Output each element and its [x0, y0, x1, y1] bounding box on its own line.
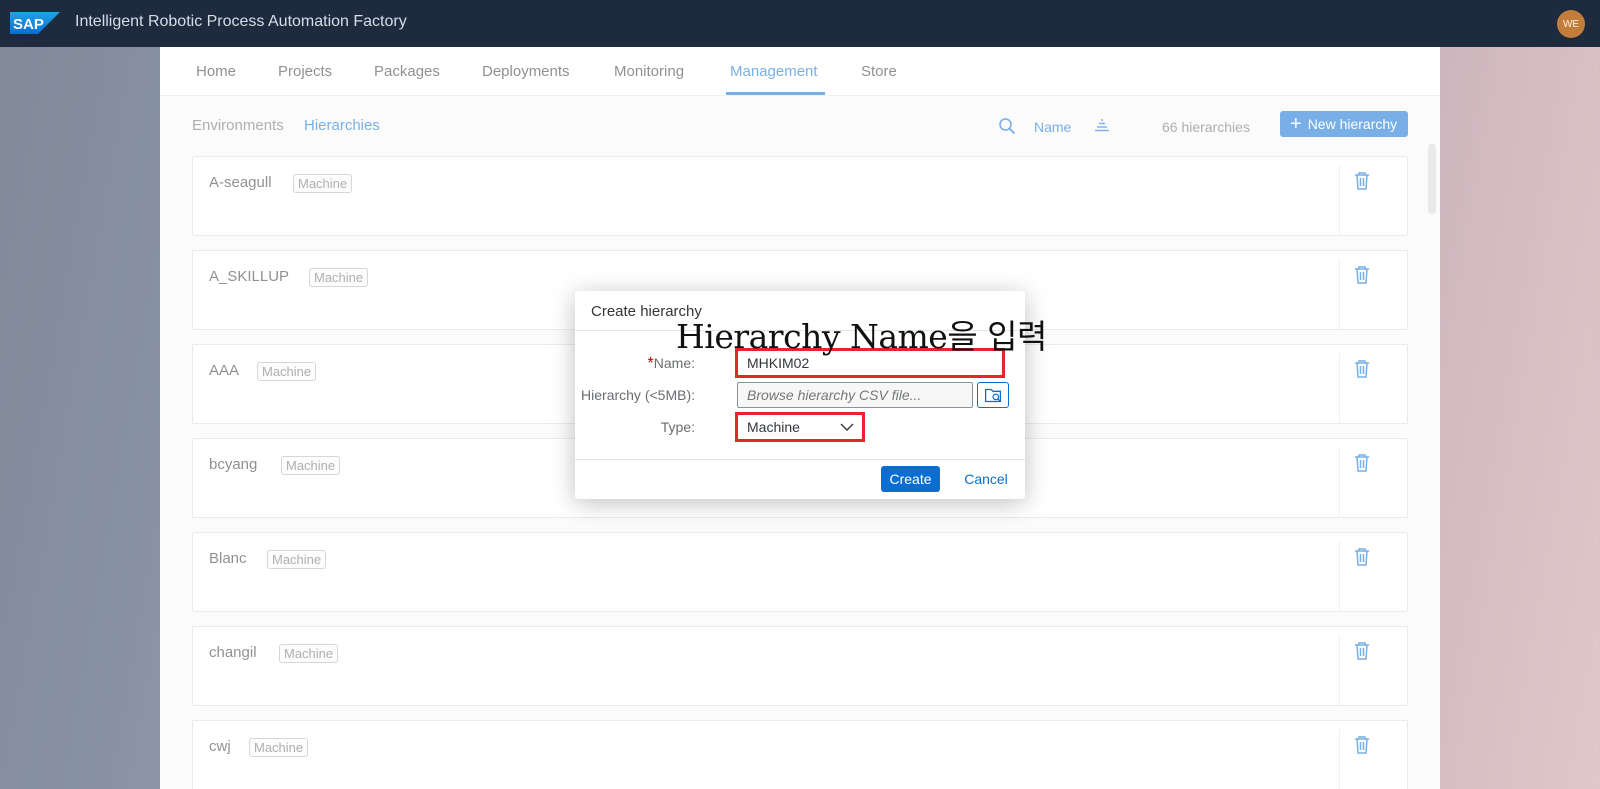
hierarchy-file-input[interactable]: Browse hierarchy CSV file...	[737, 382, 973, 408]
hierarchy-file-label: Hierarchy (<5MB):	[581, 387, 695, 403]
avatar[interactable]: WE	[1557, 10, 1585, 38]
type-label: Type:	[660, 419, 695, 435]
app-title: Intelligent Robotic Process Automation F…	[75, 13, 407, 30]
cancel-button[interactable]: Cancel	[957, 466, 1015, 492]
folder-search-icon	[984, 388, 1002, 403]
shell-bar: SAP Intelligent Robotic Process Automati…	[0, 0, 1600, 47]
hierarchy-file-placeholder: Browse hierarchy CSV file...	[747, 387, 922, 403]
tutorial-annotation: Hierarchy Name을 입력	[676, 317, 1047, 356]
browse-file-button[interactable]	[977, 382, 1009, 408]
sap-logo[interactable]: SAP	[10, 12, 60, 34]
dialog-footer-divider	[575, 459, 1025, 460]
svg-text:SAP: SAP	[13, 16, 44, 33]
name-label: *Name:	[545, 355, 695, 373]
create-button[interactable]: Create	[881, 466, 940, 492]
type-highlight-box	[735, 412, 865, 442]
